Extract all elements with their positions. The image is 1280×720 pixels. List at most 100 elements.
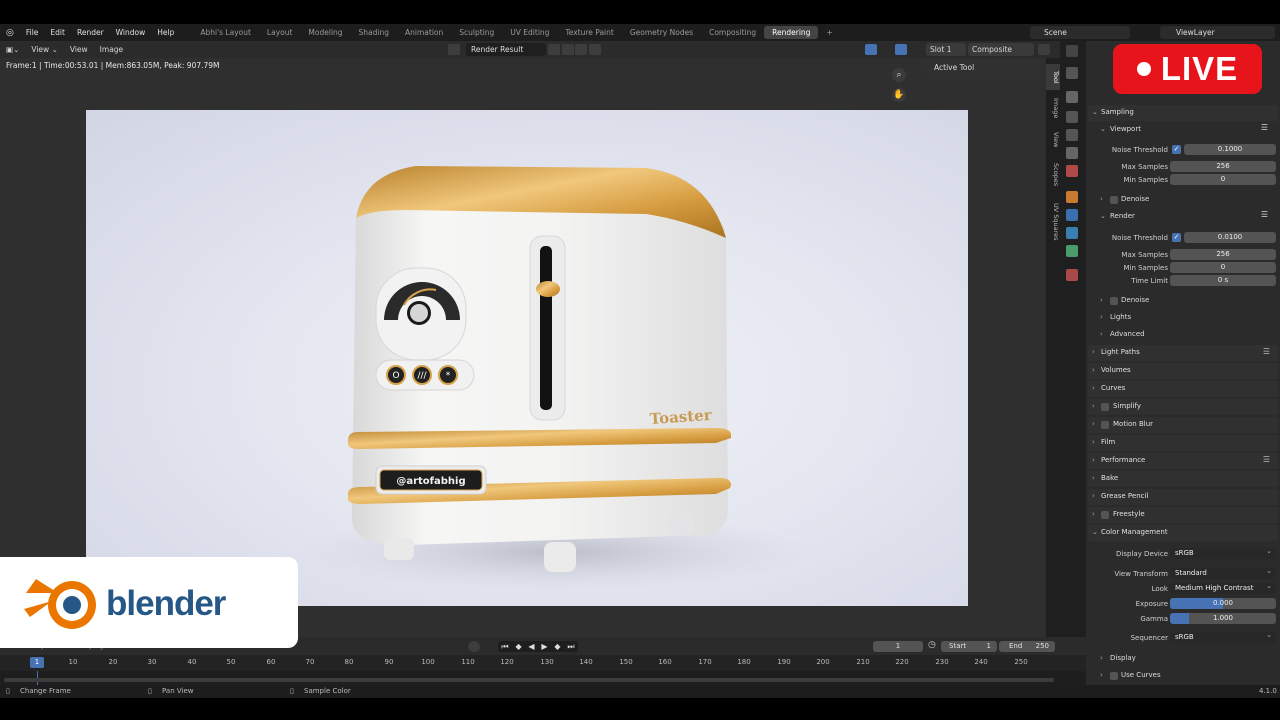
timeline-track[interactable] <box>0 671 1086 685</box>
menu-edit[interactable]: Edit <box>44 28 71 37</box>
tool-settings-icon[interactable] <box>1066 67 1078 79</box>
tab-sculpting[interactable]: Sculpting <box>451 26 502 39</box>
editor-type-icon[interactable]: ▣⌄ <box>0 45 25 54</box>
tab-uv-editing[interactable]: UV Editing <box>502 26 557 39</box>
r-denoise-checkbox[interactable] <box>1110 297 1118 305</box>
panel-sampling[interactable]: ⌄ Sampling <box>1088 105 1278 121</box>
prev-keyframe-icon[interactable]: ◆ <box>515 641 521 652</box>
tab-geometry-nodes[interactable]: Geometry Nodes <box>622 26 701 39</box>
tab-texture-paint[interactable]: Texture Paint <box>557 26 621 39</box>
panel-motion-blur[interactable]: › Motion Blur <box>1088 417 1278 433</box>
scene-icon[interactable] <box>1066 147 1078 159</box>
simplify-checkbox[interactable] <box>1101 403 1109 411</box>
tab-layout[interactable]: Layout <box>259 26 301 39</box>
jump-start-icon[interactable]: ⏮ <box>501 641 508 652</box>
sequencer-dropdown[interactable]: sRGB <box>1170 630 1276 643</box>
subpanel-viewport[interactable]: ⌄ Viewport ☰ <box>1094 123 1278 137</box>
physics-icon[interactable] <box>1066 227 1078 239</box>
close-image-icon[interactable] <box>589 44 601 55</box>
slot-dropdown[interactable]: Slot 1 <box>926 43 966 56</box>
image-name-field[interactable]: Render Result <box>466 43 546 56</box>
presets-list-icon[interactable]: ☰ <box>1263 455 1270 464</box>
open-image-icon[interactable] <box>575 44 587 55</box>
new-image-icon[interactable] <box>562 44 574 55</box>
modifier-icon[interactable] <box>1066 209 1078 221</box>
timeline-scrollbar[interactable] <box>4 678 1054 682</box>
side-tab-image[interactable]: Image <box>1046 94 1060 122</box>
jump-end-icon[interactable]: ⏭ <box>567 641 574 652</box>
constraints-icon[interactable] <box>1066 245 1078 257</box>
subpanel-r-denoise[interactable]: › Denoise <box>1094 294 1278 308</box>
menu-file[interactable]: File <box>20 28 45 37</box>
next-keyframe-icon[interactable]: ◆ <box>554 641 560 652</box>
r-min-samples-field[interactable]: 0 <box>1170 262 1276 273</box>
current-frame-field[interactable]: 1 <box>873 641 923 652</box>
vp-denoise-checkbox[interactable] <box>1110 196 1118 204</box>
presets-list-icon[interactable]: ☰ <box>1261 210 1268 219</box>
look-dropdown[interactable]: Medium High Contrast <box>1170 581 1276 594</box>
vp-max-samples-field[interactable]: 256 <box>1170 161 1276 172</box>
texture-icon[interactable] <box>1066 269 1078 281</box>
zoom-icon[interactable]: ⌕ <box>892 68 906 82</box>
active-tool-header[interactable]: Active Tool <box>920 60 1042 76</box>
fake-user-icon[interactable] <box>548 44 560 55</box>
record-icon[interactable] <box>468 641 480 652</box>
r-noise-field[interactable]: 0.0100 <box>1184 232 1276 243</box>
r-time-limit-field[interactable]: 0 s <box>1170 275 1276 286</box>
side-tab-tool[interactable]: Tool <box>1046 64 1060 90</box>
r-noise-checkbox[interactable]: ✓ <box>1172 233 1181 242</box>
hand-pan-icon[interactable]: ✋ <box>892 88 906 102</box>
view-mode-dropdown[interactable]: View ⌄ <box>25 45 63 54</box>
menu-help[interactable]: Help <box>151 28 180 37</box>
end-frame-field[interactable]: End 250 <box>999 641 1055 652</box>
blender-logo-icon[interactable]: ◎ <box>0 28 20 38</box>
editor-type-icon-props[interactable] <box>1066 45 1078 57</box>
subpanel-display[interactable]: › Display <box>1094 652 1278 666</box>
display-device-dropdown[interactable]: sRGB <box>1170 546 1276 559</box>
start-frame-field[interactable]: Start 1 <box>941 641 997 652</box>
presets-list-icon[interactable]: ☰ <box>1261 123 1268 132</box>
composite-dropdown[interactable]: Composite <box>968 43 1034 56</box>
object-icon[interactable] <box>1066 191 1078 203</box>
view-layer-selector[interactable]: ViewLayer <box>1160 26 1275 39</box>
panel-curves[interactable]: › Curves <box>1088 381 1278 397</box>
subpanel-render[interactable]: ⌄ Render ☰ <box>1094 210 1278 224</box>
vp-min-samples-field[interactable]: 0 <box>1170 174 1276 185</box>
gamma-slider[interactable]: 1.000 <box>1170 613 1276 624</box>
freestyle-checkbox[interactable] <box>1101 511 1109 519</box>
subpanel-lights[interactable]: › Lights <box>1094 311 1278 325</box>
side-tab-uv-squares[interactable]: UV Squares <box>1046 198 1060 246</box>
panel-bake[interactable]: › Bake <box>1088 471 1278 487</box>
world-icon[interactable] <box>1066 165 1078 177</box>
tab-rendering[interactable]: Rendering <box>764 26 819 39</box>
image-browse-icon[interactable] <box>448 44 460 55</box>
timeline-frame-ruler[interactable]: 1 10 20 30 40 50 60 70 80 90 100 110 120… <box>0 655 1086 671</box>
subpanel-advanced[interactable]: › Advanced <box>1094 328 1278 342</box>
sample-tool-icon[interactable] <box>865 44 877 55</box>
use-curves-checkbox[interactable] <box>1110 672 1118 680</box>
panel-freestyle[interactable]: › Freestyle <box>1088 507 1278 523</box>
play-icon[interactable]: ▶ <box>541 641 547 652</box>
tab-abhis-layout[interactable]: Abhi's Layout <box>192 26 259 39</box>
add-workspace-icon[interactable]: + <box>818 26 840 39</box>
menu-window[interactable]: Window <box>110 28 152 37</box>
tab-compositing[interactable]: Compositing <box>701 26 764 39</box>
display-channels-icon[interactable] <box>1038 44 1050 55</box>
presets-list-icon[interactable]: ☰ <box>1263 347 1270 356</box>
play-reverse-icon[interactable]: ◀ <box>528 641 534 652</box>
menu-image[interactable]: Image <box>94 45 130 54</box>
panel-performance[interactable]: › Performance ☰ <box>1088 453 1278 469</box>
view-layer-icon[interactable] <box>1066 129 1078 141</box>
menu-view[interactable]: View <box>64 45 94 54</box>
exposure-slider[interactable]: 0.000 <box>1170 598 1276 609</box>
side-tab-scopes[interactable]: Scopes <box>1046 158 1060 192</box>
subpanel-vp-denoise[interactable]: › Denoise <box>1094 193 1278 207</box>
tab-modeling[interactable]: Modeling <box>300 26 350 39</box>
subpanel-use-curves[interactable]: › Use Curves <box>1094 669 1278 683</box>
output-settings-icon[interactable] <box>1066 111 1078 123</box>
panel-color-management[interactable]: ⌄ Color Management <box>1088 525 1278 541</box>
motion-blur-checkbox[interactable] <box>1101 421 1109 429</box>
tab-animation[interactable]: Animation <box>397 26 451 39</box>
r-max-samples-field[interactable]: 256 <box>1170 249 1276 260</box>
overlay-icon[interactable] <box>895 44 907 55</box>
